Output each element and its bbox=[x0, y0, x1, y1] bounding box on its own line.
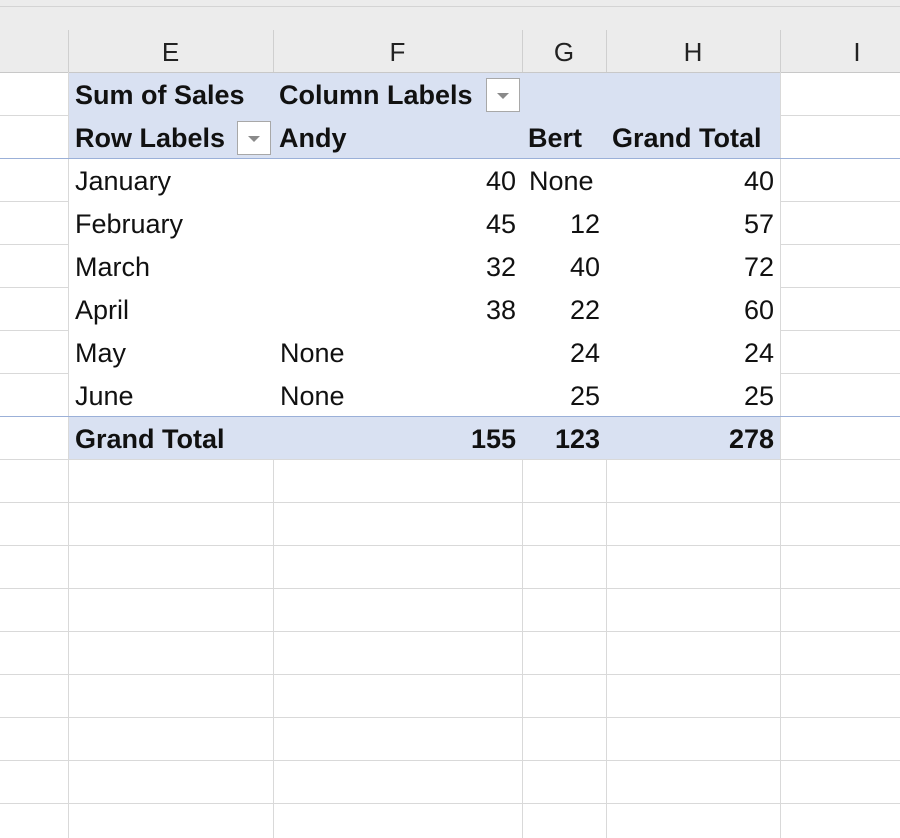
bert-value[interactable]: 22 bbox=[528, 289, 600, 332]
gridline bbox=[780, 201, 900, 202]
gridline bbox=[0, 244, 68, 245]
pivot-values-label[interactable]: Sum of Sales bbox=[75, 74, 245, 117]
bert-value[interactable]: None bbox=[529, 160, 594, 203]
gridline bbox=[780, 373, 900, 374]
gridline bbox=[0, 631, 900, 632]
bert-value[interactable]: 25 bbox=[528, 375, 600, 418]
grand-total-column-header[interactable]: Grand Total bbox=[612, 117, 762, 160]
andy-grand-total[interactable]: 155 bbox=[279, 418, 516, 461]
row-total[interactable]: 24 bbox=[612, 332, 774, 375]
header-divider bbox=[606, 30, 607, 72]
gridline bbox=[0, 760, 900, 761]
header-divider bbox=[522, 30, 523, 72]
gridline bbox=[0, 502, 900, 503]
header-divider bbox=[68, 30, 69, 72]
bert-value[interactable]: 40 bbox=[528, 246, 600, 289]
overall-grand-total[interactable]: 278 bbox=[612, 418, 774, 461]
bert-grand-total[interactable]: 123 bbox=[528, 418, 600, 461]
gridline bbox=[780, 330, 900, 331]
gridline bbox=[0, 373, 68, 374]
row-label[interactable]: February bbox=[75, 203, 183, 246]
andy-value[interactable]: 32 bbox=[279, 246, 516, 289]
row-total[interactable]: 57 bbox=[612, 203, 774, 246]
column-header-h[interactable]: H bbox=[606, 32, 780, 72]
column-header-e[interactable]: E bbox=[68, 32, 273, 72]
gridline bbox=[0, 201, 68, 202]
andy-value[interactable]: 45 bbox=[279, 203, 516, 246]
header-divider bbox=[780, 30, 781, 72]
gridline bbox=[522, 459, 523, 838]
bert-value[interactable]: 24 bbox=[528, 332, 600, 375]
pivot-row-labels[interactable]: Row Labels bbox=[75, 117, 225, 160]
series-header-andy[interactable]: Andy bbox=[279, 117, 347, 160]
gridline bbox=[0, 674, 900, 675]
bert-value[interactable]: 12 bbox=[528, 203, 600, 246]
gridline bbox=[780, 115, 900, 116]
gridline bbox=[780, 287, 900, 288]
row-label[interactable]: June bbox=[75, 375, 134, 418]
header-top-border bbox=[0, 6, 900, 7]
andy-value[interactable]: None bbox=[280, 375, 345, 418]
column-header-bar: D E F G H I bbox=[0, 0, 900, 73]
gridline bbox=[68, 72, 69, 838]
gridline bbox=[0, 588, 900, 589]
row-labels-filter-button[interactable] bbox=[237, 121, 271, 155]
chevron-down-icon bbox=[497, 93, 509, 99]
row-label[interactable]: January bbox=[75, 160, 171, 203]
row-total[interactable]: 60 bbox=[612, 289, 774, 332]
row-total[interactable]: 72 bbox=[612, 246, 774, 289]
chevron-down-icon bbox=[248, 136, 260, 142]
gridline bbox=[0, 330, 68, 331]
column-header-d[interactable]: D bbox=[0, 32, 10, 72]
gridline bbox=[780, 244, 900, 245]
column-header-g[interactable]: G bbox=[522, 32, 606, 72]
gridline bbox=[0, 545, 900, 546]
header-divider bbox=[273, 30, 274, 72]
pivot-column-labels[interactable]: Column Labels bbox=[279, 74, 473, 117]
row-label[interactable]: April bbox=[75, 289, 129, 332]
gridline bbox=[780, 72, 781, 838]
gridline bbox=[0, 803, 900, 804]
gridline bbox=[606, 459, 607, 838]
column-header-i[interactable]: I bbox=[780, 32, 900, 72]
andy-value[interactable]: 38 bbox=[279, 289, 516, 332]
row-label[interactable]: March bbox=[75, 246, 150, 289]
gridline bbox=[0, 287, 68, 288]
gridline bbox=[273, 459, 274, 838]
gridline bbox=[0, 717, 900, 718]
grand-total-row-label[interactable]: Grand Total bbox=[75, 418, 225, 461]
row-total[interactable]: 25 bbox=[612, 375, 774, 418]
gridline bbox=[0, 115, 68, 116]
row-total[interactable]: 40 bbox=[612, 160, 774, 203]
andy-value[interactable]: None bbox=[280, 332, 345, 375]
row-label[interactable]: May bbox=[75, 332, 126, 375]
column-header-f[interactable]: F bbox=[273, 32, 522, 72]
column-labels-filter-button[interactable] bbox=[486, 78, 520, 112]
andy-value[interactable]: 40 bbox=[279, 160, 516, 203]
series-header-bert[interactable]: Bert bbox=[528, 117, 582, 160]
